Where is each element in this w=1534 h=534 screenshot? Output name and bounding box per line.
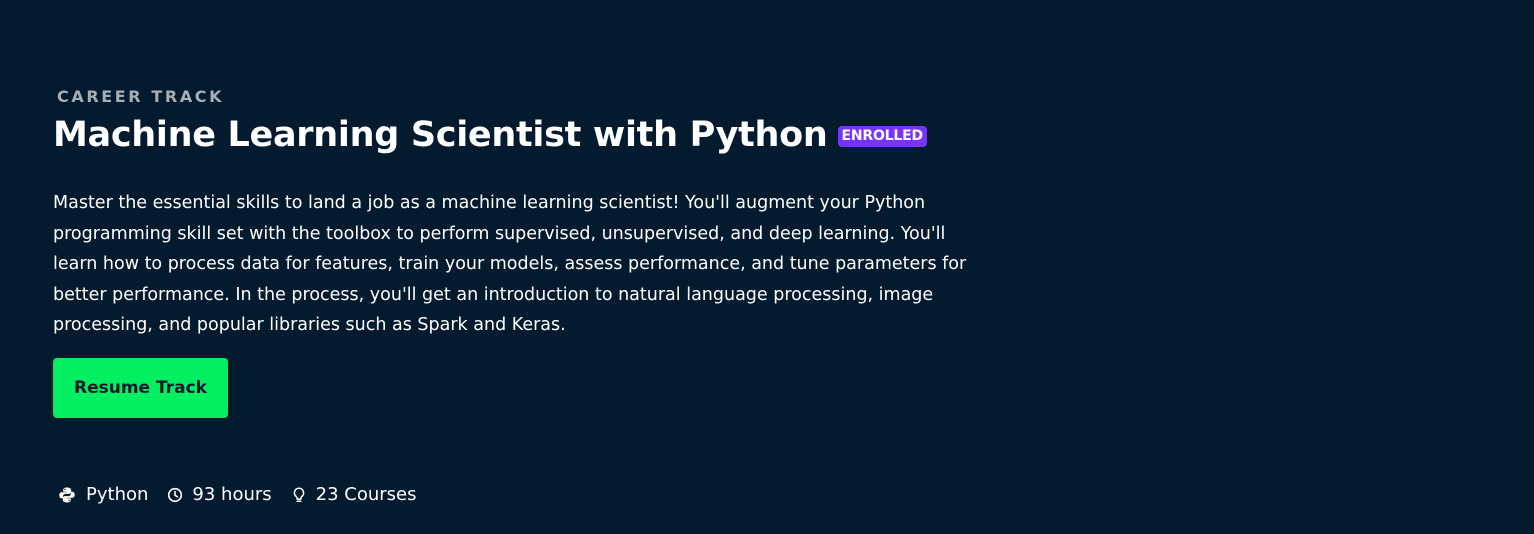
clock-icon	[166, 486, 184, 504]
track-hero: CAREER TRACK Machine Learning Scientist …	[0, 0, 1531, 534]
technology-label: Python	[86, 484, 149, 505]
courses-label: 23 Courses	[315, 484, 417, 505]
python-icon	[58, 486, 76, 504]
courses-meta: 23 Courses	[290, 483, 417, 507]
track-description: Master the essential skills to land a jo…	[53, 193, 967, 335]
resume-track-button[interactable]: Resume Track	[53, 358, 228, 418]
duration-meta: 93 hours	[166, 483, 272, 507]
lightbulb-icon	[290, 486, 308, 504]
page-title: Machine Learning Scientist with Python	[53, 115, 828, 155]
title-row: Machine Learning Scientist with Python E…	[53, 113, 927, 157]
track-meta: Python 93 hours 23 Courses	[58, 483, 435, 507]
track-type-label: CAREER TRACK	[57, 87, 225, 106]
technology-meta: Python	[58, 483, 148, 507]
enrolled-badge: ENROLLED	[837, 125, 927, 147]
duration-label: 93 hours	[192, 484, 272, 505]
